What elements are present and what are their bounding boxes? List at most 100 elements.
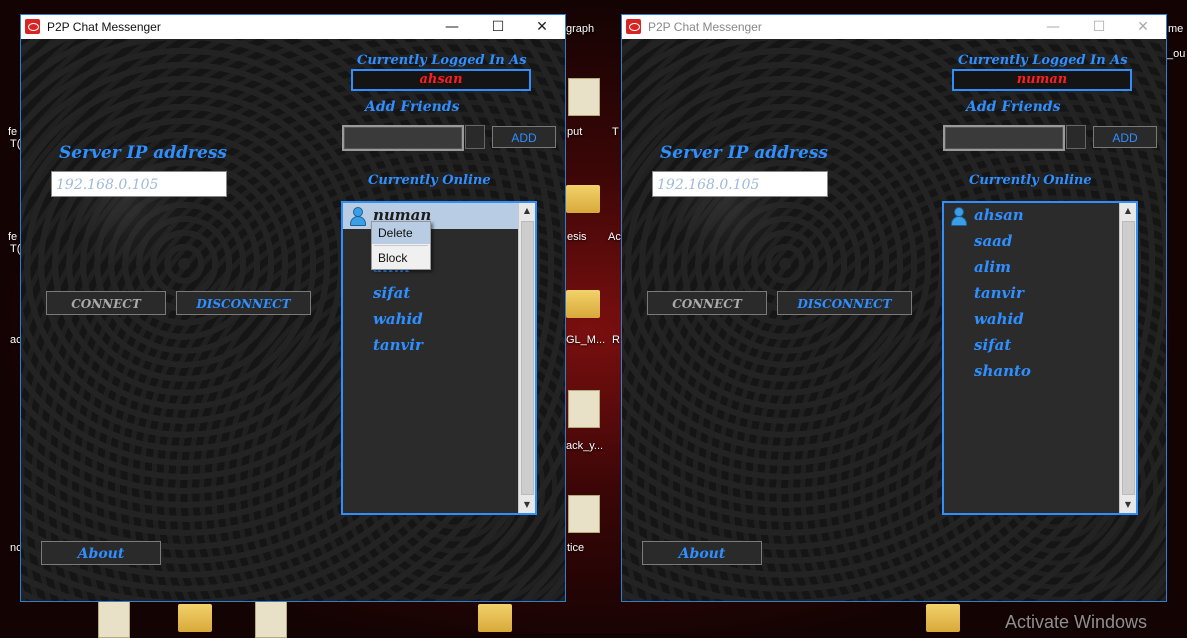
list-item[interactable]: alim [343, 255, 519, 281]
list-item[interactable]: shanto [944, 359, 1120, 385]
scroll-down-icon[interactable]: ▼ [519, 497, 535, 513]
desktop-label: ack_y... [566, 440, 604, 452]
list-item[interactable]: tanvir [944, 281, 1120, 307]
user-icon [348, 206, 366, 226]
add-friend-input-edge [465, 125, 485, 149]
list-item[interactable]: numan [343, 203, 519, 229]
desktop-file-icon[interactable] [568, 390, 600, 428]
context-delete[interactable]: Delete [372, 222, 430, 244]
context-separator [374, 245, 428, 246]
close-button[interactable]: ✕ [519, 15, 565, 39]
desktop-label: graph [566, 23, 595, 35]
desktop-file-icon[interactable] [98, 600, 130, 638]
desktop-label: fe [8, 231, 18, 243]
minimize-button[interactable]: — [1030, 15, 1076, 39]
title-bar[interactable]: P2P Chat Messenger — ☐ ✕ [622, 15, 1166, 39]
add-friend-button[interactable]: ADD [1093, 126, 1157, 148]
desktop-label: T( [10, 243, 21, 255]
list-items: numan saad alim sifat wahid tanvir [343, 203, 519, 513]
user-icon [949, 206, 967, 226]
chat-window-ahsan: P2P Chat Messenger — ☐ ✕ Currently Logge… [20, 14, 566, 602]
logged-in-label: Currently Logged In As [357, 53, 527, 68]
context-menu: Delete Block [371, 221, 431, 270]
add-friend-input-edge [1066, 125, 1086, 149]
desktop-label: fe [8, 126, 18, 138]
desktop-label: Ac [608, 231, 621, 243]
list-items: ahsan saad alim tanvir wahid sifat shant… [944, 203, 1120, 513]
scroll-thumb[interactable] [521, 221, 534, 495]
list-item[interactable]: wahid [944, 307, 1120, 333]
list-item[interactable]: sifat [343, 281, 519, 307]
list-scrollbar[interactable]: ▲ ▼ [1119, 203, 1136, 513]
desktop-folder-icon[interactable] [926, 604, 960, 632]
user-name: alim [974, 258, 1011, 276]
scroll-down-icon[interactable]: ▼ [1120, 497, 1136, 513]
scroll-up-icon[interactable]: ▲ [1120, 203, 1136, 219]
connect-button[interactable]: CONNECT [647, 291, 767, 315]
app-icon [25, 19, 40, 34]
add-friend-input[interactable] [342, 125, 464, 151]
window-client: Currently Logged In As numan Add Friends… [622, 39, 1166, 601]
server-ip-label: Server IP address [660, 143, 828, 163]
title-bar[interactable]: P2P Chat Messenger — ☐ ✕ [21, 15, 565, 39]
online-users-list[interactable]: ahsan saad alim tanvir wahid sifat shant… [942, 201, 1138, 515]
activate-windows-watermark: Activate Windows [1005, 612, 1148, 632]
desktop-folder-icon[interactable] [178, 604, 212, 632]
chat-window-numan: P2P Chat Messenger — ☐ ✕ Currently Logge… [621, 14, 1167, 602]
user-name: ahsan [974, 206, 1024, 224]
connect-button[interactable]: CONNECT [46, 291, 166, 315]
desktop-folder-icon[interactable] [566, 290, 600, 318]
add-friend-input[interactable] [943, 125, 1065, 151]
desktop-file-icon[interactable] [568, 78, 600, 116]
desktop-label: esis [567, 231, 587, 243]
disconnect-button[interactable]: DISCONNECT [176, 291, 311, 315]
maximize-button[interactable]: ☐ [475, 15, 521, 39]
scroll-up-icon[interactable]: ▲ [519, 203, 535, 219]
desktop-file-icon[interactable] [255, 600, 287, 638]
list-item[interactable]: saad [944, 229, 1120, 255]
close-button[interactable]: ✕ [1120, 15, 1166, 39]
desktop-label: GL_M... [566, 334, 606, 346]
user-name: sifat [974, 336, 1012, 354]
desktop-label: tice [567, 542, 585, 554]
scroll-thumb[interactable] [1122, 221, 1135, 495]
window-title: P2P Chat Messenger [47, 20, 161, 34]
user-name: saad [974, 232, 1013, 250]
username-display: numan [952, 69, 1132, 91]
list-scrollbar[interactable]: ▲ ▼ [518, 203, 535, 513]
currently-online-label: Currently Online [969, 173, 1092, 188]
add-friends-label: Add Friends [365, 99, 460, 115]
list-item[interactable]: tanvir [343, 333, 519, 359]
user-name: sifat [373, 284, 411, 302]
about-button[interactable]: About [642, 541, 762, 565]
desktop-label: _ou [1167, 48, 1186, 60]
disconnect-button[interactable]: DISCONNECT [777, 291, 912, 315]
server-ip-input[interactable]: 192.168.0.105 [652, 171, 828, 197]
list-item[interactable]: ahsan [944, 203, 1120, 229]
username-display: ahsan [351, 69, 531, 91]
minimize-button[interactable]: — [429, 15, 475, 39]
user-name: wahid [974, 310, 1024, 328]
user-name: wahid [373, 310, 423, 328]
list-item[interactable]: sifat [944, 333, 1120, 359]
user-name: tanvir [974, 284, 1024, 302]
user-name: tanvir [373, 336, 423, 354]
desktop-label: T [612, 126, 619, 138]
list-item[interactable]: wahid [343, 307, 519, 333]
desktop-file-icon[interactable] [568, 495, 600, 533]
list-item[interactable]: saad [343, 229, 519, 255]
currently-online-label: Currently Online [368, 173, 491, 188]
desktop-folder-icon[interactable] [566, 185, 600, 213]
desktop-folder-icon[interactable] [478, 604, 512, 632]
server-ip-input[interactable]: 192.168.0.105 [51, 171, 227, 197]
desktop-label: put [567, 126, 583, 138]
app-icon [626, 19, 641, 34]
desktop-label: T( [10, 138, 21, 150]
context-block[interactable]: Block [372, 247, 430, 269]
maximize-button[interactable]: ☐ [1076, 15, 1122, 39]
list-item[interactable]: alim [944, 255, 1120, 281]
logged-in-label: Currently Logged In As [958, 53, 1128, 68]
about-button[interactable]: About [41, 541, 161, 565]
server-ip-label: Server IP address [59, 143, 227, 163]
add-friend-button[interactable]: ADD [492, 126, 556, 148]
